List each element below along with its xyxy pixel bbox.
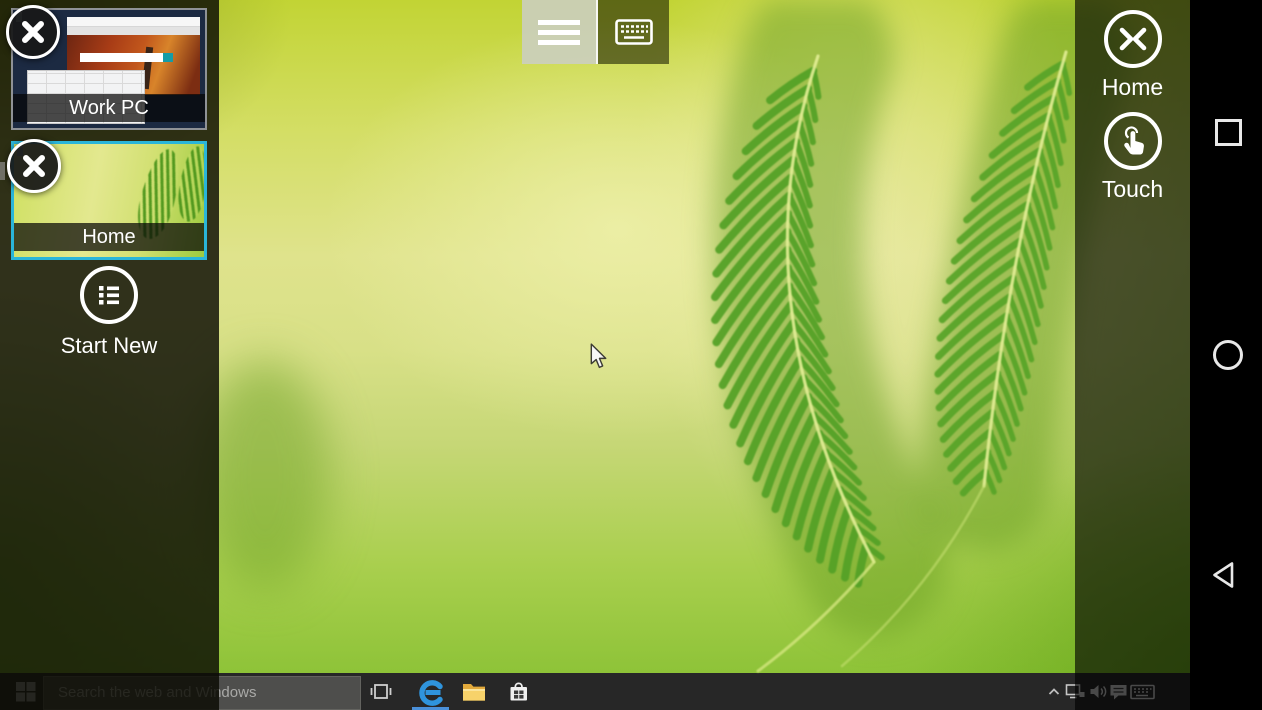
edge-icon: [419, 679, 443, 706]
hamburger-icon: [538, 15, 580, 50]
connection-menu-button[interactable]: [522, 0, 596, 64]
keyboard-icon: [614, 19, 653, 45]
touch-button-label: Touch: [1101, 176, 1164, 202]
connection-bar: [522, 0, 669, 64]
chevron-up-icon: [1048, 687, 1060, 695]
android-back-button[interactable]: [1210, 560, 1240, 590]
list-icon: [99, 286, 119, 305]
start-new-label: Start New: [60, 333, 158, 358]
store-button[interactable]: [503, 673, 535, 710]
session-thumbnail-home[interactable]: Home: [7, 139, 207, 260]
android-recents-button[interactable]: [1215, 119, 1242, 146]
close-session-button[interactable]: [7, 139, 61, 193]
start-new-session-button[interactable]: Start New: [11, 266, 207, 359]
close-x-icon: [23, 155, 45, 177]
start-new-ring: [80, 266, 138, 324]
android-nav-bar: [1190, 0, 1262, 710]
show-keyboard-button[interactable]: [596, 0, 669, 64]
session-label: Work PC: [13, 94, 205, 122]
folder-icon: [463, 683, 485, 701]
session-label: Home: [14, 223, 204, 251]
rdp-home-ring: [1103, 10, 1162, 68]
connection-center-home-button[interactable]: Home: [1075, 10, 1190, 101]
task-view-button[interactable]: [366, 673, 396, 710]
android-home-button[interactable]: [1213, 340, 1243, 370]
edge-taskbar-button[interactable]: [412, 673, 450, 710]
mini-leaf-graphic: [174, 144, 204, 224]
windows-store-icon: [510, 682, 527, 700]
rdp-arrows-icon: [1119, 27, 1146, 51]
panel-edge-handle[interactable]: [0, 162, 5, 180]
show-hidden-icons-button[interactable]: [1044, 673, 1064, 710]
home-button-label: Home: [1101, 74, 1164, 100]
close-x-icon: [22, 21, 44, 43]
close-session-button[interactable]: [6, 5, 60, 59]
wallpaper-blur-blob: [200, 360, 330, 590]
touch-hand-icon: [1123, 126, 1144, 155]
task-view-icon: [370, 683, 392, 699]
session-switcher-panel: Work PC Home Start New: [0, 0, 219, 710]
session-tools-panel: Home Touch: [1075, 0, 1190, 710]
file-explorer-button[interactable]: [458, 673, 490, 710]
session-thumbnail-work-pc[interactable]: Work PC: [6, 5, 207, 130]
remote-desktop-app: 1:54 PM 9/28/2015 Work PC: [0, 0, 1262, 710]
touch-mode-button[interactable]: Touch: [1075, 112, 1190, 203]
touch-ring: [1103, 112, 1162, 170]
